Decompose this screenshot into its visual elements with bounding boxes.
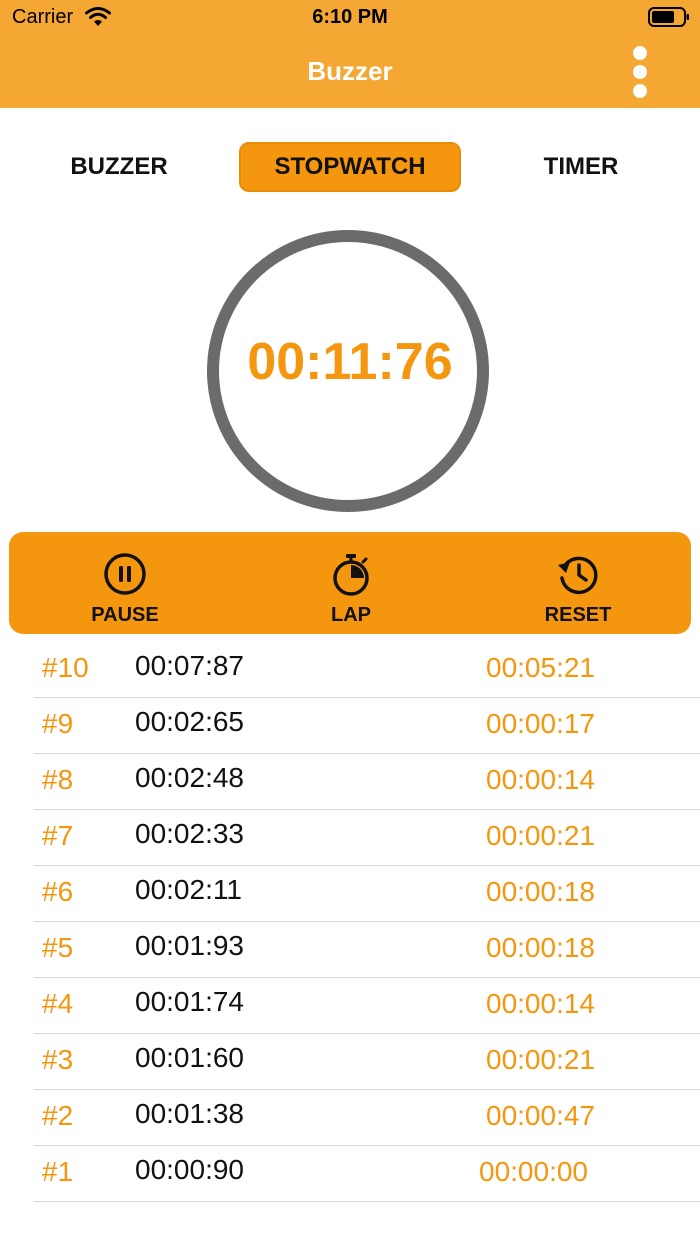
lap-total-time: 00:02:65	[135, 706, 244, 737]
nav-bar: Carrier 6:10 PM Buzzer	[0, 0, 700, 108]
lap-total-time: 00:01:38	[135, 1098, 244, 1129]
lap-total-time: 00:02:33	[135, 818, 244, 849]
lap-label: LAP	[331, 604, 371, 626]
list-item: #2 00:01:38 00:00:47	[0, 1090, 700, 1146]
lap-total-time: 00:00:90	[135, 1154, 244, 1185]
lap-list: #10 00:07:87 00:05:21 #9 00:02:65 00:00:…	[0, 642, 700, 1202]
mode-tabs: BUZZER STOPWATCH TIMER	[0, 142, 700, 192]
list-item: #5 00:01:93 00:00:18	[0, 922, 700, 978]
lap-number: #10	[42, 652, 89, 683]
list-item: #8 00:02:48 00:00:14	[0, 754, 700, 810]
list-item: #6 00:02:11 00:00:18	[0, 866, 700, 922]
more-vertical-icon[interactable]	[626, 44, 656, 100]
lap-split-time: 00:00:00	[479, 1156, 588, 1187]
elapsed-time: 00:11:76	[247, 333, 453, 391]
lap-total-time: 00:01:74	[135, 986, 244, 1017]
lap-number: #3	[42, 1044, 74, 1075]
pause-label: PAUSE	[91, 604, 159, 626]
history-icon	[558, 556, 598, 595]
reset-label: RESET	[544, 604, 612, 626]
lap-number: #2	[42, 1100, 74, 1131]
lap-total-time: 00:02:48	[135, 762, 244, 793]
lap-split-time: 00:00:17	[486, 708, 595, 739]
lap-split-time: 00:00:14	[486, 764, 595, 795]
list-item: #1 00:00:90 00:00:00	[0, 1146, 700, 1202]
lap-number: #8	[42, 764, 74, 795]
stopwatch-icon	[333, 554, 369, 596]
lap-number: #7	[42, 820, 74, 851]
battery-icon	[648, 7, 689, 27]
status-bar: Carrier 6:10 PM	[0, 0, 700, 36]
lap-split-time: 00:00:21	[486, 1044, 595, 1075]
lap-number: #9	[42, 708, 74, 739]
lap-number: #4	[42, 988, 74, 1019]
lap-total-time: 00:02:11	[135, 874, 242, 905]
lap-number: #6	[42, 876, 74, 907]
lap-number: #5	[42, 932, 74, 963]
lap-total-time: 00:01:93	[135, 930, 244, 961]
lap-number: #1	[42, 1156, 74, 1187]
lap-split-time: 00:00:18	[486, 876, 595, 907]
lap-split-time: 00:00:47	[486, 1100, 595, 1131]
list-item: #4 00:01:74 00:00:14	[0, 978, 700, 1034]
tab-stopwatch[interactable]: STOPWATCH	[239, 142, 461, 192]
list-item: #3 00:01:60 00:00:21	[0, 1034, 700, 1090]
lap-split-time: 00:00:14	[486, 988, 595, 1019]
list-item: #9 00:02:65 00:00:17	[0, 698, 700, 754]
list-item: #7 00:02:33 00:00:21	[0, 810, 700, 866]
reset-button[interactable]: RESET	[498, 532, 658, 634]
page-title: Buzzer	[307, 56, 393, 86]
list-item: #10 00:07:87 00:05:21	[0, 642, 700, 698]
pause-circle-icon	[104, 553, 146, 595]
lap-split-time: 00:00:18	[486, 932, 595, 963]
lap-button[interactable]: LAP	[271, 532, 431, 634]
lap-split-time: 00:05:21	[486, 652, 595, 683]
lap-split-time: 00:00:21	[486, 820, 595, 851]
lap-total-time: 00:01:60	[135, 1042, 244, 1073]
tab-buzzer[interactable]: BUZZER	[48, 142, 190, 192]
lap-total-time: 00:07:87	[135, 650, 244, 681]
pause-button[interactable]: PAUSE	[45, 532, 205, 634]
status-time: 6:10 PM	[312, 6, 388, 28]
control-bar: PAUSE LAP RESET	[9, 532, 691, 634]
tab-timer[interactable]: TIMER	[520, 142, 642, 192]
